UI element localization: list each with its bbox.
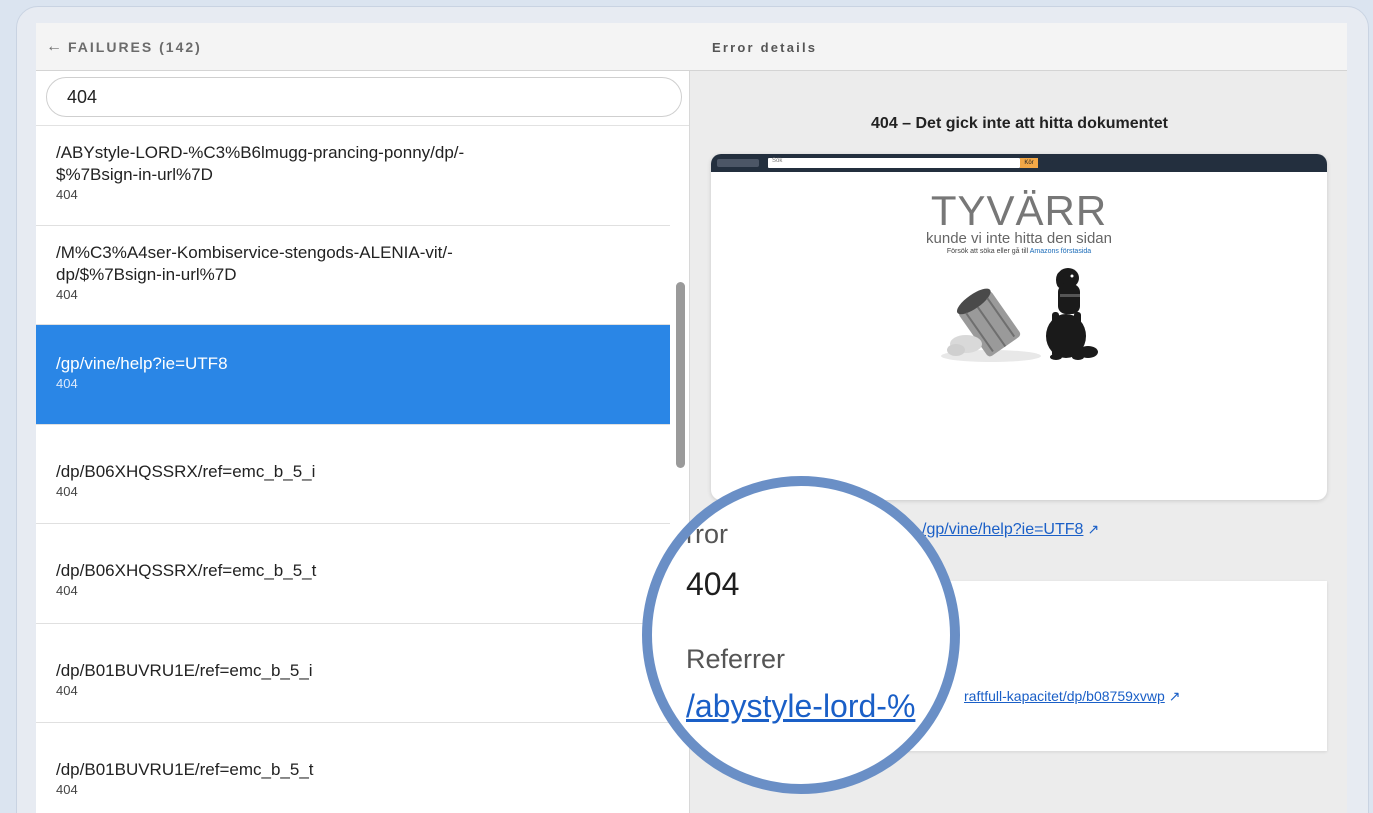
site-logo <box>717 159 759 167</box>
magnified-error-label: rror <box>686 519 728 549</box>
failures-count-label: FAILURES (142) <box>68 39 202 55</box>
external-link-icon[interactable]: ↗ <box>1087 521 1099 537</box>
list-item[interactable]: /ABYstyle-LORD-%C3%B6lmugg-prancing-ponn… <box>36 126 670 226</box>
error-heading: 404 – Det gick inte att hitta dokumentet <box>871 115 1168 132</box>
failure-code: 404 <box>56 376 78 391</box>
failure-code: 404 <box>56 583 78 598</box>
failure-path: /ABYstyle-LORD-%C3%B6lmugg-prancing-ponn… <box>56 143 465 184</box>
failure-code: 404 <box>56 782 78 797</box>
failure-path: /M%C3%A4ser-Kombiservice-stengods-ALENIA… <box>56 242 453 284</box>
failure-code: 404 <box>56 286 78 302</box>
referrer-link[interactable]: raftfull-kapacitet/dp/b08759xvwp <box>964 688 1165 704</box>
failure-path: /dp/B01BUVRU1E/ref=emc_b_5_t <box>56 760 314 779</box>
search-input[interactable] <box>46 77 682 117</box>
magnified-error-value: 404 <box>686 566 740 602</box>
magnified-referrer-link[interactable]: /abystyle-lord-% <box>686 688 915 725</box>
failure-path: /dp/B06XHQSSRX/ref=emc_b_5_i <box>56 461 316 481</box>
failures-list: /ABYstyle-LORD-%C3%B6lmugg-prancing-ponn… <box>36 126 670 813</box>
magnifier-lens: rror 404 Referrer /abystyle-lord-% <box>642 476 960 794</box>
referrer-link-row: raftfull-kapacitet/dp/b08759xvwp ↗ <box>964 688 1181 705</box>
error-details-title: Error details <box>712 40 818 55</box>
failures-panel: /ABYstyle-LORD-%C3%B6lmugg-prancing-ponn… <box>36 71 690 813</box>
sorry-title: TYVÄRR <box>930 187 1108 234</box>
site-header-bar: Sök Kör <box>711 154 1327 172</box>
failure-path: /dp/B06XHQSSRX/ref=emc_b_5_t <box>56 561 317 580</box>
list-item-selected[interactable]: /gp/vine/help?ie=UTF8 404 <box>36 325 670 425</box>
list-item[interactable]: /dp/B06XHQSSRX/ref=emc_b_5_i 404 <box>36 425 670 524</box>
list-item[interactable]: /dp/B01BUVRU1E/ref=emc_b_5_i 404 <box>36 624 670 723</box>
external-link-icon[interactable]: ↗ <box>1169 688 1181 704</box>
list-scrollbar[interactable] <box>676 282 685 468</box>
magnified-referrer-label: Referrer <box>686 644 786 674</box>
failure-path: /gp/vine/help?ie=UTF8 <box>56 354 228 373</box>
failure-code: 404 <box>56 187 78 202</box>
site-search-box: Sök <box>768 158 1020 168</box>
search-bar <box>36 71 689 126</box>
top-bar: ← FAILURES (142) Error details <box>36 23 1347 71</box>
page-screenshot: Sök Kör TYVÄRR kunde vi inte hitta den s… <box>711 154 1327 500</box>
site-search-button: Kör <box>1020 158 1038 168</box>
sorry-hint: Försök att söka eller gå till Amazons fö… <box>946 248 1092 255</box>
dog-and-trashcan-illustration <box>941 268 1098 362</box>
failure-path: /dp/B01BUVRU1E/ref=emc_b_5_i <box>56 660 313 680</box>
failure-code: 404 <box>56 682 78 698</box>
list-item[interactable]: /dp/B01BUVRU1E/ref=emc_b_5_t 404 <box>36 723 670 813</box>
back-to-failures-button[interactable]: ← FAILURES (142) <box>46 38 202 56</box>
sorry-subtitle: kunde vi inte hitta den sidan <box>926 230 1112 247</box>
list-item[interactable]: /M%C3%A4ser-Kombiservice-stengods-ALENIA… <box>36 226 670 325</box>
failure-code: 404 <box>56 483 78 499</box>
arrow-left-icon: ← <box>46 38 62 55</box>
list-item[interactable]: /dp/B06XHQSSRX/ref=emc_b_5_t 404 <box>36 524 670 624</box>
